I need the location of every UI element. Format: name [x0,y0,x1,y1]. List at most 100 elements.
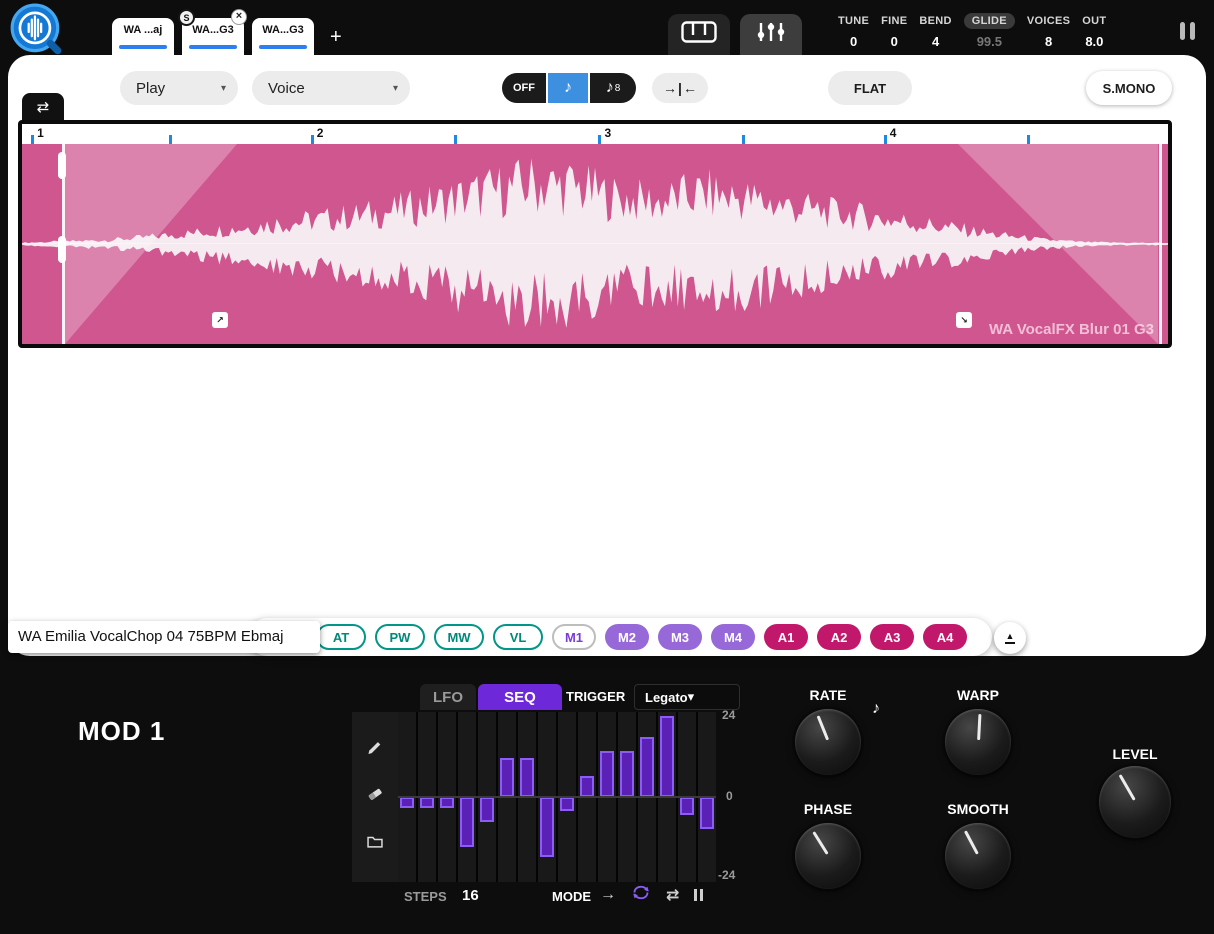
chevron-down-icon: ▾ [221,83,226,94]
note-icon: ♪ [606,79,614,97]
steps-value[interactable]: 16 [462,887,479,904]
doc-tab[interactable]: WA...G3 [252,18,314,55]
app-logo-icon [8,2,66,60]
smooth-knob[interactable] [945,823,1011,889]
divider-icon: | [678,80,682,96]
level-knob[interactable] [1099,766,1171,838]
chevron-down-icon: ▾ [393,83,398,94]
pill-a3[interactable]: A3 [870,624,914,650]
pill-mw[interactable]: MW [434,624,484,650]
fade-in-handle[interactable]: ↗ [212,312,228,328]
tab-mixer-view[interactable] [740,14,802,55]
collapse-selection-button[interactable]: →|← [652,73,708,103]
pill-vl[interactable]: VL [493,624,543,650]
pill-a1[interactable]: A1 [764,624,808,650]
arrow-left-icon: ← [683,80,697,96]
stat-out[interactable]: OUT8.0 [1082,11,1106,49]
pill-at[interactable]: AT [316,624,366,650]
pause-icon[interactable] [1180,22,1195,40]
stat-bend[interactable]: BEND4 [919,11,951,49]
trigger-value: Legato [645,690,688,705]
pill-pw[interactable]: PW [375,624,425,650]
stat-glide[interactable]: GLIDE99.5 [964,11,1015,49]
tab-lfo[interactable]: LFO [420,684,476,710]
pill-m3[interactable]: M3 [658,624,702,650]
fade-out-handle[interactable]: ↘ [956,312,972,328]
phase-label: PHASE [793,801,863,817]
axis-zero: 0 [726,789,733,803]
play-mode-dropdown[interactable]: Play ▾ [120,71,238,105]
diagonal-arrow-icon: ↗ [216,315,224,326]
waveform-display[interactable]: ↗ ↘ WA VocalFX Blur 01 G3 [22,144,1168,344]
mode-pingpong-icon[interactable]: ⇄ [666,885,679,905]
doc-tab[interactable]: WA...G3S× [182,18,244,55]
folder-icon[interactable] [366,833,384,856]
mode-label: MODE [552,889,591,904]
rate-knob[interactable] [795,709,861,775]
rate-sync-note-icon[interactable]: ♪ [872,700,880,718]
waveform-ruler[interactable]: 1234 [22,124,1168,144]
sync-segmented-control: OFF ♪ ♪8 [502,73,636,103]
phase-knob[interactable] [795,823,861,889]
sync-off-button[interactable]: OFF [502,73,546,103]
tab-seq[interactable]: SEQ [478,684,562,710]
eraser-icon[interactable] [366,785,384,808]
voice-mode-dropdown[interactable]: Voice ▾ [252,71,410,105]
rate-label: RATE [793,687,863,703]
voice-mode-label: Voice [268,80,305,97]
sync-note-button[interactable]: ♪ [546,73,590,103]
diagonal-arrow-icon: ↘ [960,315,968,326]
close-icon[interactable]: × [231,9,247,25]
mode-hold-icon[interactable] [694,889,703,901]
sample-name-watermark: WA VocalFX Blur 01 G3 [989,321,1154,338]
steps-label: STEPS [404,889,447,904]
add-tab-button[interactable]: + [330,26,342,49]
up-icon: ▲ [1006,632,1015,640]
pill-a2[interactable]: A2 [817,624,861,650]
play-mode-label: Play [136,80,165,97]
doc-tab[interactable]: WA ...aj [112,18,174,55]
pill-bar: AT PW MW VL M1 M2 M3 M4 A1 A2 A3 A4 [248,618,992,656]
loop-mode-tab[interactable]: ⇄ [22,93,64,121]
mode-forward-icon[interactable]: → [600,886,616,904]
pill-m4[interactable]: M4 [711,624,755,650]
seq-tools [352,712,398,882]
tab-keyboard-view[interactable] [668,14,730,55]
sliders-icon [755,21,787,48]
zero-line [22,243,1168,244]
pill-m2[interactable]: M2 [605,624,649,650]
end-marker[interactable] [1159,144,1162,344]
axis-max: 24 [722,708,735,722]
warp-label: WARP [943,687,1013,703]
trigger-dropdown[interactable]: Legato ▾ [634,684,740,710]
flat-button[interactable]: FLAT [828,71,912,105]
mod-title: MOD 1 [78,716,165,747]
start-handle-top[interactable] [58,152,66,179]
axis-min: -24 [718,868,735,882]
header-stats: TUNE0 FINE0 BEND4 GLIDE99.5 VOICES8 OUT8.0 [838,11,1106,49]
piano-icon [681,21,717,48]
waveform-editor[interactable]: 1234 ↗ ↘ WA VocalFX Blur 01 G3 [18,120,1172,348]
start-handle-bottom[interactable] [58,236,66,263]
loop-icon: ⇄ [37,98,50,116]
stereo-mono-button[interactable]: S.MONO [1086,71,1172,105]
warp-knob[interactable] [945,709,1011,775]
mode-icons: → ⇄ [600,884,703,906]
filename-tooltip: WA Emilia VocalChop 04 75BPM Ebmaj [8,621,320,653]
solo-badge[interactable]: S [178,9,195,26]
stat-voices[interactable]: VOICES8 [1027,11,1070,49]
stat-tune[interactable]: TUNE0 [838,11,869,49]
pill-a4[interactable]: A4 [923,624,967,650]
mode-loop-icon[interactable] [631,885,651,905]
sync-triplet-button[interactable]: ♪8 [590,73,636,103]
seq-zero-line [398,796,716,798]
eight-label: 8 [615,83,621,94]
arrow-right-icon: → [663,80,677,96]
stat-fine[interactable]: FINE0 [881,11,907,49]
expand-button[interactable]: ▲ [994,622,1026,654]
chevron-down-icon: ▾ [688,689,695,705]
pill-m1[interactable]: M1 [552,624,596,650]
trigger-label: TRIGGER [566,689,625,704]
smooth-label: SMOOTH [943,801,1013,817]
pencil-icon[interactable] [366,738,384,761]
